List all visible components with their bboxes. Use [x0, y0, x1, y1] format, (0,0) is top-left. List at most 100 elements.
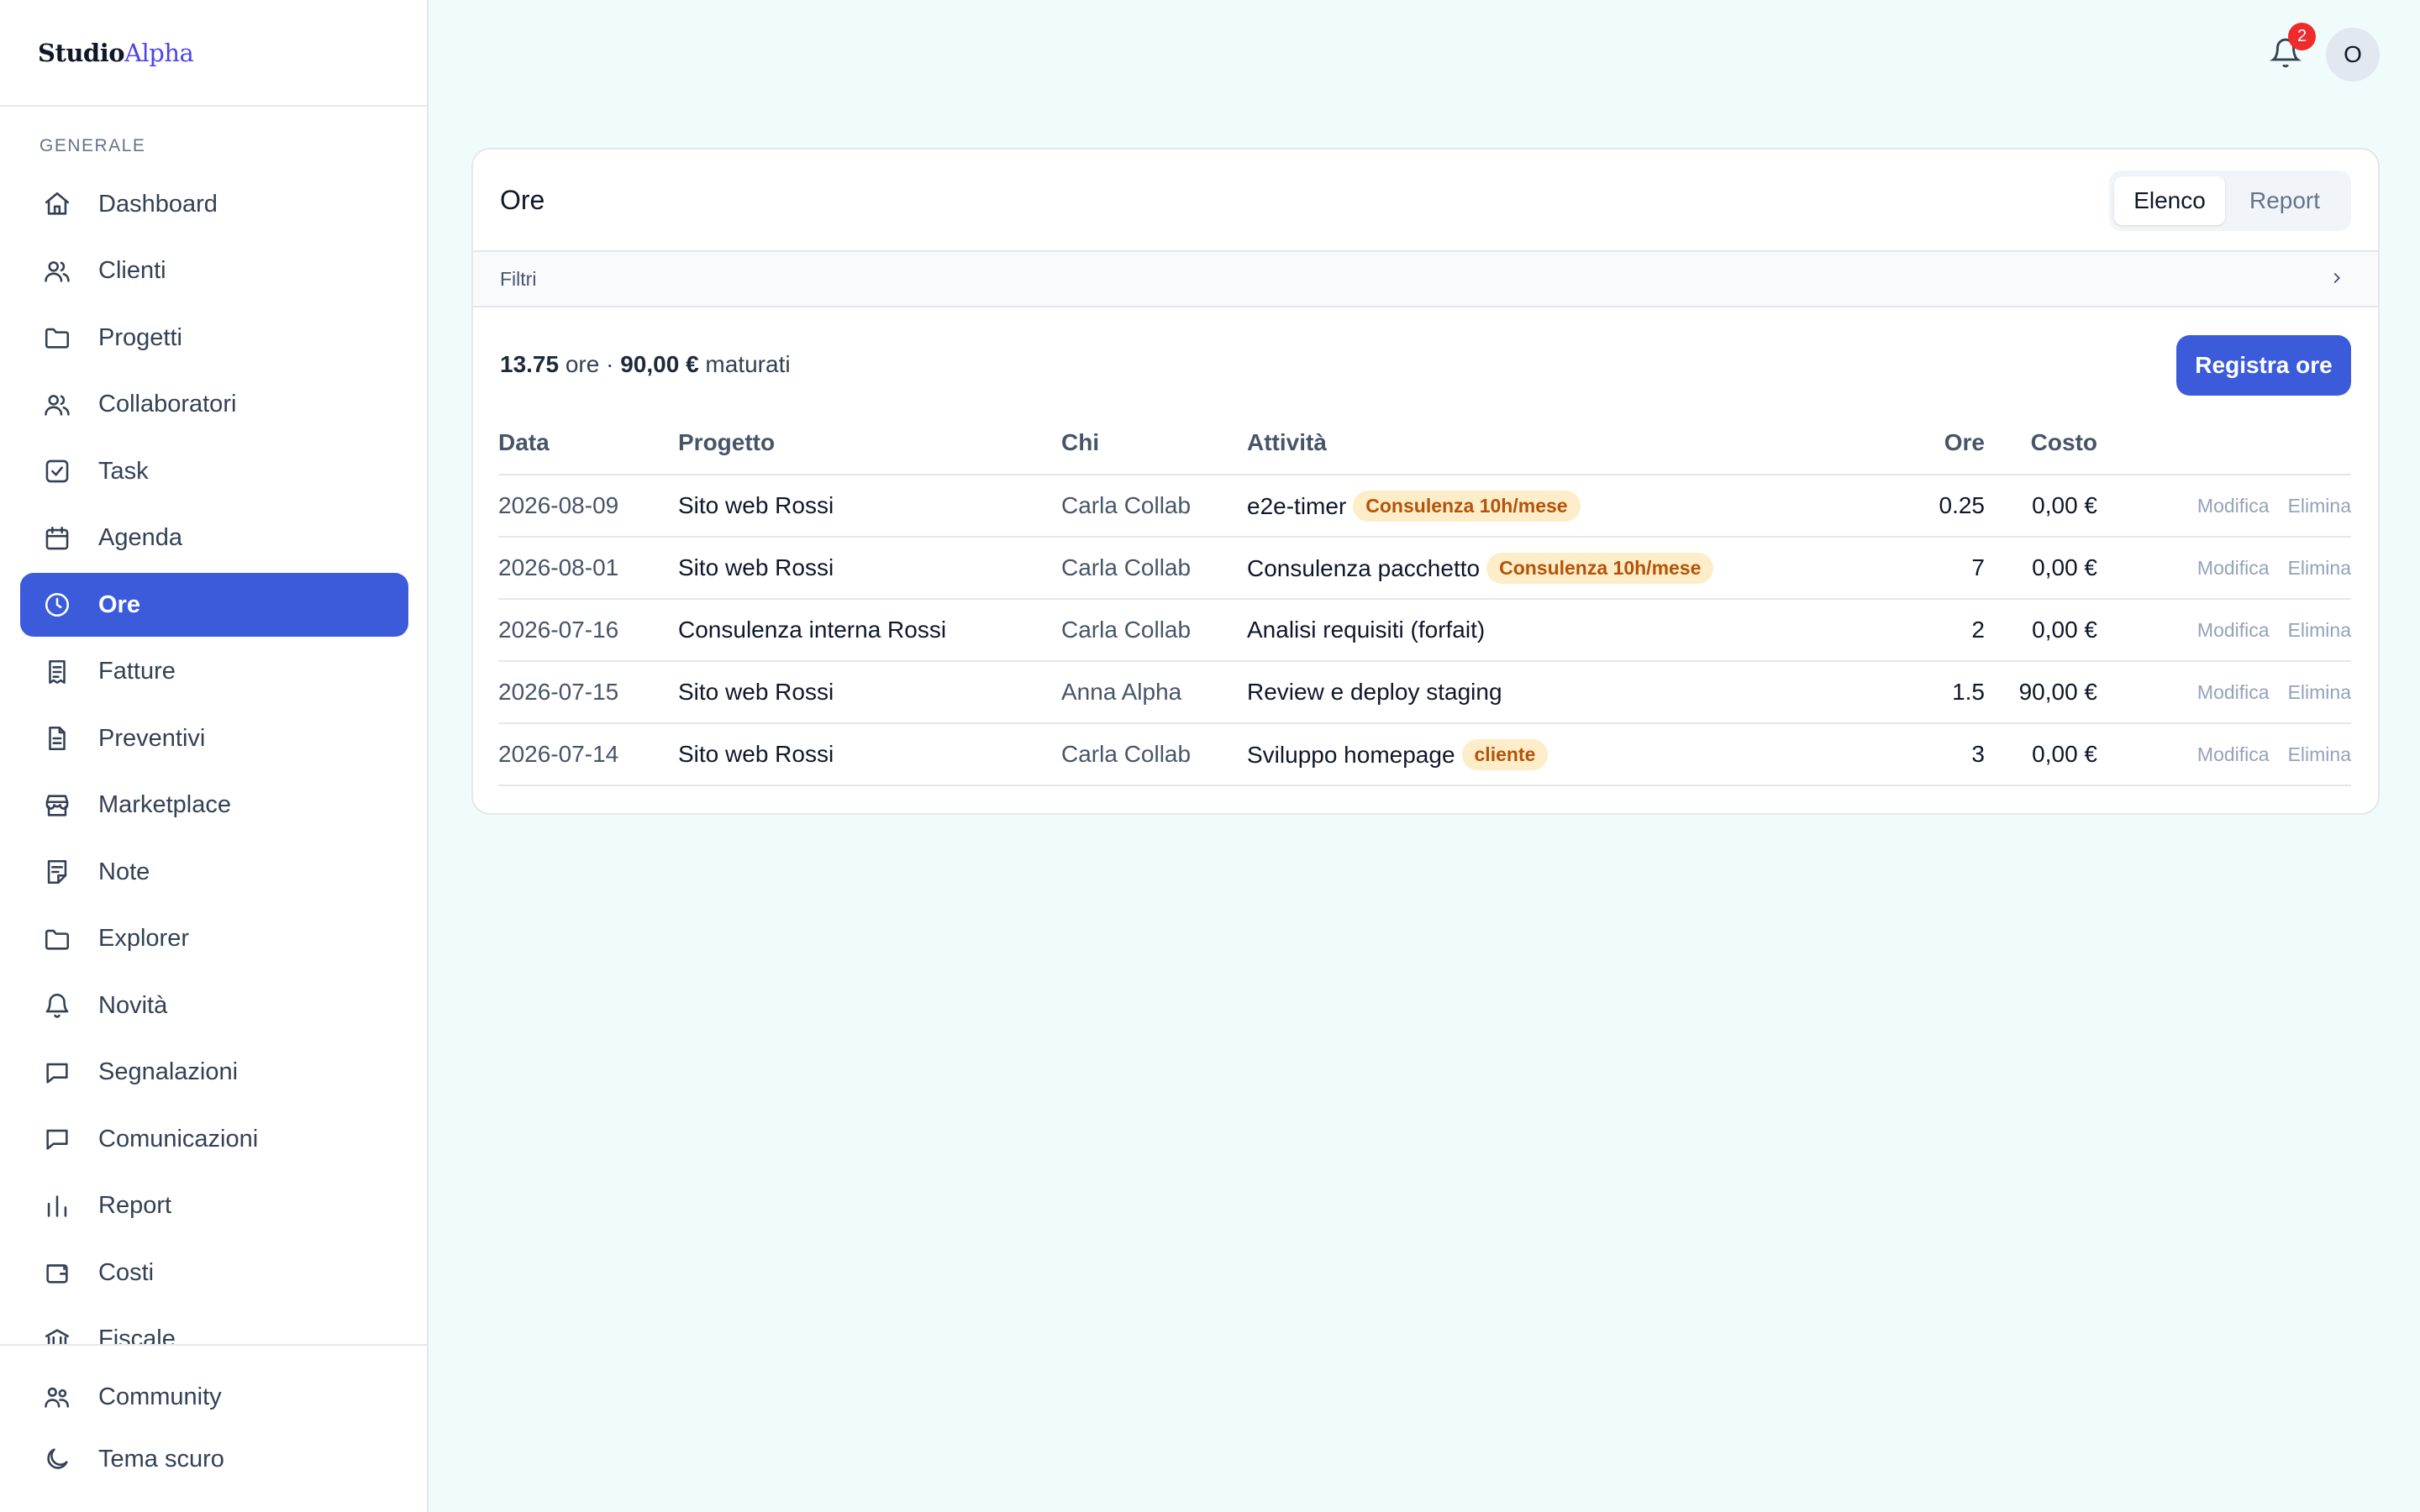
table-row: 2026-07-15 Sito web Rossi Anna Alpha Review…: [498, 661, 2351, 724]
sidebar-item-label: Report: [98, 1192, 172, 1219]
cell-cost: 90,00 €: [1985, 661, 2097, 724]
sidebar-item-preventivi[interactable]: Preventivi: [20, 706, 408, 770]
col-data[interactable]: Data: [498, 412, 678, 475]
summary-amount: 90,00 €: [620, 351, 699, 377]
table-row: 2026-07-16 Consulenza interna Rossi Carla …: [498, 599, 2351, 662]
cell-who: Carla Collab: [1061, 475, 1247, 538]
bar-chart-icon: [42, 1191, 72, 1221]
col-actions: [2097, 412, 2351, 475]
sidebar-item-community[interactable]: Community: [20, 1368, 427, 1426]
sidebar-nav: Dashboard Clienti Progetti Collaboratori Tas…: [20, 172, 408, 1344]
cell-project: Sito web Rossi: [678, 661, 1061, 724]
sidebar: Studio Alpha GENERALE Dashboard Clienti Pro…: [0, 0, 429, 1512]
notifications-badge: 2: [2288, 23, 2316, 50]
sidebar-item-segnalazioni[interactable]: Segnalazioni: [20, 1041, 408, 1105]
cell-who: Anna Alpha: [1061, 661, 1247, 724]
summary-hours-unit: ore: [565, 351, 600, 377]
edit-link[interactable]: Modifica: [2197, 495, 2270, 517]
cell-cost: 0,00 €: [1985, 599, 2097, 662]
summary-amount-suffix: maturati: [705, 351, 791, 377]
sidebar-item-note[interactable]: Note: [20, 840, 408, 904]
sidebar-item-collaboratori[interactable]: Collaboratori: [20, 373, 408, 437]
bell-icon: [42, 990, 72, 1021]
hours-table-wrap: Data Progetto Chi Attività Ore Costo 202…: [498, 412, 2351, 786]
sidebar-item-costi[interactable]: Costi: [20, 1241, 408, 1305]
sidebar-item-clienti[interactable]: Clienti: [20, 239, 408, 303]
topbar: 2 O: [430, 0, 2420, 107]
sidebar-item-label: Progetti: [98, 323, 182, 351]
cell-project: Sito web Rossi: [678, 475, 1061, 538]
sidebar-item-label: Costi: [98, 1258, 155, 1286]
delete-link[interactable]: Elimina: [2288, 495, 2351, 517]
delete-link[interactable]: Elimina: [2288, 557, 2351, 579]
table-row: 2026-08-01 Sito web Rossi Carla Collab Cons…: [498, 537, 2351, 600]
delete-link[interactable]: Elimina: [2288, 681, 2351, 703]
cell-date: 2026-08-09: [498, 475, 678, 538]
cell-cost: 0,00 €: [1985, 723, 2097, 786]
users-icon: [42, 256, 72, 286]
sidebar-item-agenda[interactable]: Agenda: [20, 507, 408, 570]
sidebar-item-report[interactable]: Report: [20, 1174, 408, 1238]
sidebar-item-comunicazioni[interactable]: Comunicazioni: [20, 1107, 408, 1171]
section-label-generale: GENERALE: [39, 136, 146, 155]
summary-separator: ·: [606, 351, 614, 377]
cell-actions: Modifica Elimina: [2097, 599, 2351, 662]
chat-icon: [42, 1124, 72, 1154]
table-row: 2026-07-14 Sito web Rossi Carla Collab Svil…: [498, 723, 2351, 786]
delete-link[interactable]: Elimina: [2288, 619, 2351, 641]
edit-link[interactable]: Modifica: [2197, 619, 2270, 641]
community-icon: [42, 1382, 72, 1412]
sidebar-item-label: Comunicazioni: [98, 1125, 259, 1152]
sidebar-item-fiscale[interactable]: Fiscale: [20, 1308, 408, 1344]
sidebar-item-progetti[interactable]: Progetti: [20, 306, 408, 370]
sidebar-item-fatture[interactable]: Fatture: [20, 640, 408, 704]
col-chi[interactable]: Chi: [1061, 412, 1247, 475]
edit-link[interactable]: Modifica: [2197, 557, 2270, 579]
col-costo[interactable]: Costo: [1985, 412, 2097, 475]
clock-icon: [42, 590, 72, 620]
view-tab-report[interactable]: Report: [2225, 176, 2344, 225]
activity-text: Consulenza pacchetto: [1247, 554, 1481, 581]
col-attivita[interactable]: Attività: [1247, 412, 1886, 475]
filters-label: Filtri: [500, 267, 537, 290]
cell-who: Carla Collab: [1061, 723, 1247, 786]
sidebar-item-explorer[interactable]: Explorer: [20, 907, 408, 971]
col-ore[interactable]: Ore: [1886, 412, 1985, 475]
sidebar-item-marketplace[interactable]: Marketplace: [20, 774, 408, 837]
sidebar-item-tema-scuro[interactable]: Tema scuro: [20, 1430, 427, 1488]
sidebar-item-novit[interactable]: Novità: [20, 974, 408, 1037]
avatar[interactable]: O: [2326, 28, 2380, 81]
sidebar-item-label: Task: [98, 457, 149, 485]
register-hours-button[interactable]: Registra ore: [2176, 335, 2351, 396]
brand-logo[interactable]: Studio Alpha: [0, 0, 429, 107]
cell-date: 2026-07-14: [498, 723, 678, 786]
sidebar-item-ore[interactable]: Ore: [20, 573, 408, 637]
sidebar-item-task[interactable]: Task: [20, 439, 408, 503]
activity-text: Sviluppo homepage: [1247, 741, 1455, 768]
table-row: 2026-08-09 Sito web Rossi Carla Collab e2e-…: [498, 475, 2351, 538]
edit-link[interactable]: Modifica: [2197, 681, 2270, 703]
cell-who: Carla Collab: [1061, 599, 1247, 662]
delete-link[interactable]: Elimina: [2288, 743, 2351, 765]
calendar-icon: [42, 523, 72, 554]
sidebar-item-label: Community: [98, 1383, 222, 1410]
sidebar-item-label: Fatture: [98, 658, 176, 685]
cell-actions: Modifica Elimina: [2097, 723, 2351, 786]
sidebar-bottom: Community Tema scuro: [0, 1344, 427, 1512]
sidebar-item-label: Tema scuro: [98, 1445, 224, 1473]
summary-row: 13.75 ore · 90,00 € maturati Registra or…: [473, 307, 2378, 425]
filters-toggle[interactable]: Filtri: [473, 252, 2378, 307]
cell-date: 2026-07-15: [498, 661, 678, 724]
sidebar-scroll-area[interactable]: Studio Alpha GENERALE Dashboard Clienti Pro…: [0, 0, 429, 1344]
table-header-row: Data Progetto Chi Attività Ore Costo: [498, 412, 2351, 475]
edit-link[interactable]: Modifica: [2197, 743, 2270, 765]
col-progetto[interactable]: Progetto: [678, 412, 1061, 475]
sidebar-item-dashboard[interactable]: Dashboard: [20, 172, 408, 236]
sidebar-item-label: Fiscale: [98, 1326, 176, 1344]
cell-cost: 0,00 €: [1985, 537, 2097, 600]
view-tab-elenco[interactable]: Elenco: [2114, 176, 2225, 225]
bank-icon: [42, 1325, 72, 1344]
activity-tag: Consulenza 10h/mese: [1486, 552, 1714, 584]
wallet-icon: [42, 1257, 72, 1288]
sidebar-item-label: Clienti: [98, 257, 166, 284]
